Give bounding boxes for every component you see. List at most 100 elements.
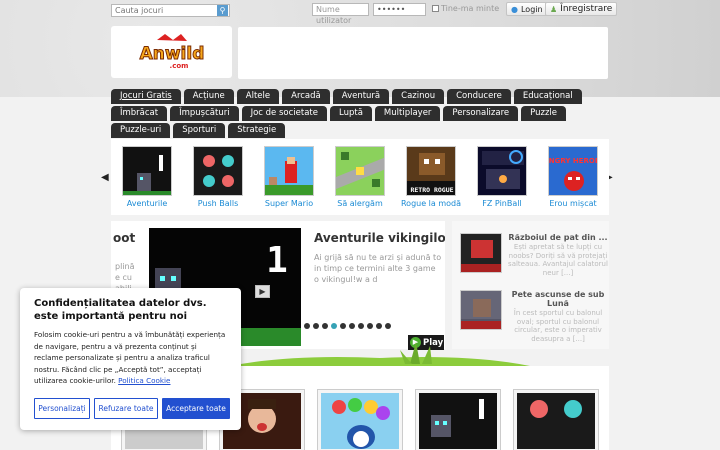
- carousel-item[interactable]: FZ PinBall: [471, 143, 533, 208]
- remember-checkbox[interactable]: [432, 5, 439, 12]
- cookie-policy-link[interactable]: Politica Cookie: [118, 376, 170, 385]
- game-thumbnail[interactable]: [122, 146, 172, 196]
- tab-arcada[interactable]: Arcadă: [282, 89, 330, 104]
- bubble-penguin-thumb-graphic: [332, 398, 390, 449]
- moon-spots-thumb-graphic: [461, 291, 501, 329]
- game-grid-item[interactable]: [317, 389, 403, 450]
- grass-decoration: [230, 342, 530, 366]
- carousel-item[interactable]: Aventurile: [116, 143, 178, 208]
- username-field[interactable]: Nume utilizator: [312, 3, 369, 25]
- game-thumbnail[interactable]: [264, 146, 314, 196]
- login-button[interactable]: ● Login: [506, 2, 548, 16]
- game-title[interactable]: Super Mario: [258, 199, 320, 208]
- cookie-title: Confidențialitatea datelor dvs. este imp…: [34, 298, 207, 322]
- tab-personalizare[interactable]: Personalizare: [443, 106, 519, 121]
- game-thumbnail[interactable]: RETRO ROGUE: [406, 146, 456, 196]
- slider-dot[interactable]: [322, 323, 328, 329]
- slider-dot[interactable]: [349, 323, 355, 329]
- game-thumbnail[interactable]: [419, 393, 497, 449]
- tab-joc-de-societate[interactable]: Joc de societate: [241, 106, 327, 121]
- tab-actiune[interactable]: Acțiune: [183, 89, 234, 104]
- search-input[interactable]: [112, 5, 217, 16]
- game-title[interactable]: Aventurile: [116, 199, 178, 208]
- game-grid-item[interactable]: [513, 389, 599, 450]
- side-item-title[interactable]: Războiul de pat din ...: [506, 233, 610, 242]
- game-thumbnail[interactable]: ANGRY HEROES: [548, 146, 598, 196]
- svg-text:1: 1: [266, 240, 288, 281]
- category-menu-row-3: Puzzle-uri Sporturi Strategie: [111, 123, 286, 138]
- tab-cazinou[interactable]: Cazinou: [392, 89, 445, 104]
- ad-banner: [238, 27, 608, 79]
- password-field[interactable]: ••••••: [373, 3, 426, 16]
- carousel-prev-arrow-icon[interactable]: ◀: [101, 172, 109, 183]
- cookie-buttons: Personalizați Refuzare toate Acceptare t…: [34, 398, 230, 419]
- featured-title[interactable]: Aventurile vikingilor: [314, 231, 445, 245]
- slider-dot-active[interactable]: [331, 323, 337, 329]
- tab-conducere[interactable]: Conducere: [447, 89, 511, 104]
- tab-jocuri-gratis[interactable]: Jocuri Gratis: [111, 89, 181, 104]
- carousel-item[interactable]: Super Mario: [258, 143, 320, 208]
- tab-puzzle-uri[interactable]: Puzzle-uri: [111, 123, 171, 138]
- slide-next-button[interactable]: ▶: [255, 285, 270, 298]
- cookie-consent-dialog: Confidențialitatea datelor dvs. este imp…: [20, 288, 241, 430]
- game-thumbnail[interactable]: [460, 233, 502, 273]
- viking-grid-thumb-graphic: [431, 399, 484, 437]
- accept-all-button[interactable]: Acceptare toate: [162, 398, 230, 419]
- site-logo[interactable]: Anwild .com: [111, 26, 232, 78]
- tab-educational[interactable]: Educațional: [513, 89, 582, 104]
- slider-dot[interactable]: [358, 323, 364, 329]
- tab-multiplayer[interactable]: Multiplayer: [374, 106, 441, 121]
- previous-slide-title: oot: [113, 231, 136, 245]
- tab-strategie[interactable]: Strategie: [228, 123, 286, 138]
- search-box[interactable]: ⚲: [111, 4, 230, 17]
- game-title[interactable]: FZ PinBall: [471, 199, 533, 208]
- tab-altele[interactable]: Altele: [236, 89, 280, 104]
- tab-puzzle[interactable]: Puzzle: [521, 106, 567, 121]
- side-item-desc: Ești apretat să te lupți cu noobs? Doriț…: [508, 243, 608, 277]
- game-thumbnail[interactable]: [460, 290, 502, 330]
- game-thumbnail[interactable]: [321, 393, 399, 449]
- tab-lupta[interactable]: Luptă: [330, 106, 372, 121]
- game-thumbnail[interactable]: [335, 146, 385, 196]
- game-title[interactable]: Erou mișcat: [542, 199, 604, 208]
- side-list-item[interactable]: Războiul de pat din ... Ești apretat să …: [460, 233, 608, 278]
- slider-dot[interactable]: [313, 323, 319, 329]
- slider-dot[interactable]: [340, 323, 346, 329]
- side-list-item[interactable]: Pete ascunse de sub Lună În cest sportul…: [460, 290, 605, 343]
- carousel-item[interactable]: Push Balls: [187, 143, 249, 208]
- carousel-item[interactable]: Să alergăm: [329, 143, 391, 208]
- lets-run-thumb-graphic: [336, 152, 384, 189]
- tab-impuscaturi[interactable]: Împușcături: [170, 106, 239, 121]
- tab-sporturi[interactable]: Sporturi: [173, 123, 226, 138]
- remember-me[interactable]: Tine-ma minte: [432, 4, 499, 13]
- game-title[interactable]: Să alergăm: [329, 199, 391, 208]
- slider-dot[interactable]: [304, 323, 310, 329]
- svg-text:Anwild: Anwild: [139, 44, 204, 64]
- game-thumbnail[interactable]: [477, 146, 527, 196]
- reject-all-button[interactable]: Refuzare toate: [94, 398, 158, 419]
- push-balls-thumb-graphic: [203, 155, 234, 187]
- register-button[interactable]: ♟ Înregistrare: [545, 2, 618, 16]
- game-title[interactable]: Rogue la modă: [400, 199, 462, 208]
- slider-dot[interactable]: [376, 323, 382, 329]
- slider-dot[interactable]: [367, 323, 373, 329]
- carousel-item[interactable]: RETRO ROGUE Rogue la modă: [400, 143, 462, 208]
- slider-dot[interactable]: [385, 323, 391, 329]
- svg-text:RETRO ROGUE: RETRO ROGUE: [410, 186, 453, 194]
- game-thumbnail[interactable]: [193, 146, 243, 196]
- search-icon[interactable]: ⚲: [217, 5, 228, 16]
- game-thumbnail[interactable]: [517, 393, 595, 449]
- category-menu-row-2: Îmbrăcat Împușcături Joc de societate Lu…: [111, 106, 567, 121]
- register-label: Înregistrare: [560, 4, 613, 14]
- mario-thumb-graphic: [265, 157, 313, 195]
- tab-aventura[interactable]: Aventură: [332, 89, 390, 104]
- game-grid-item[interactable]: [415, 389, 501, 450]
- tab-imbracat[interactable]: Îmbrăcat: [111, 106, 168, 121]
- side-item-title[interactable]: Pete ascunse de sub Lună: [506, 290, 610, 308]
- game-title[interactable]: Push Balls: [187, 199, 249, 208]
- carousel-item[interactable]: ANGRY HEROES Erou mișcat: [542, 143, 604, 208]
- retro-rogue-thumb-graphic: RETRO ROGUE: [407, 153, 455, 195]
- side-item-desc: În cest sportul cu balonul oval; sportul…: [513, 309, 603, 343]
- svg-text:ANGRY HEROES: ANGRY HEROES: [549, 157, 598, 165]
- customize-button[interactable]: Personalizați: [34, 398, 90, 419]
